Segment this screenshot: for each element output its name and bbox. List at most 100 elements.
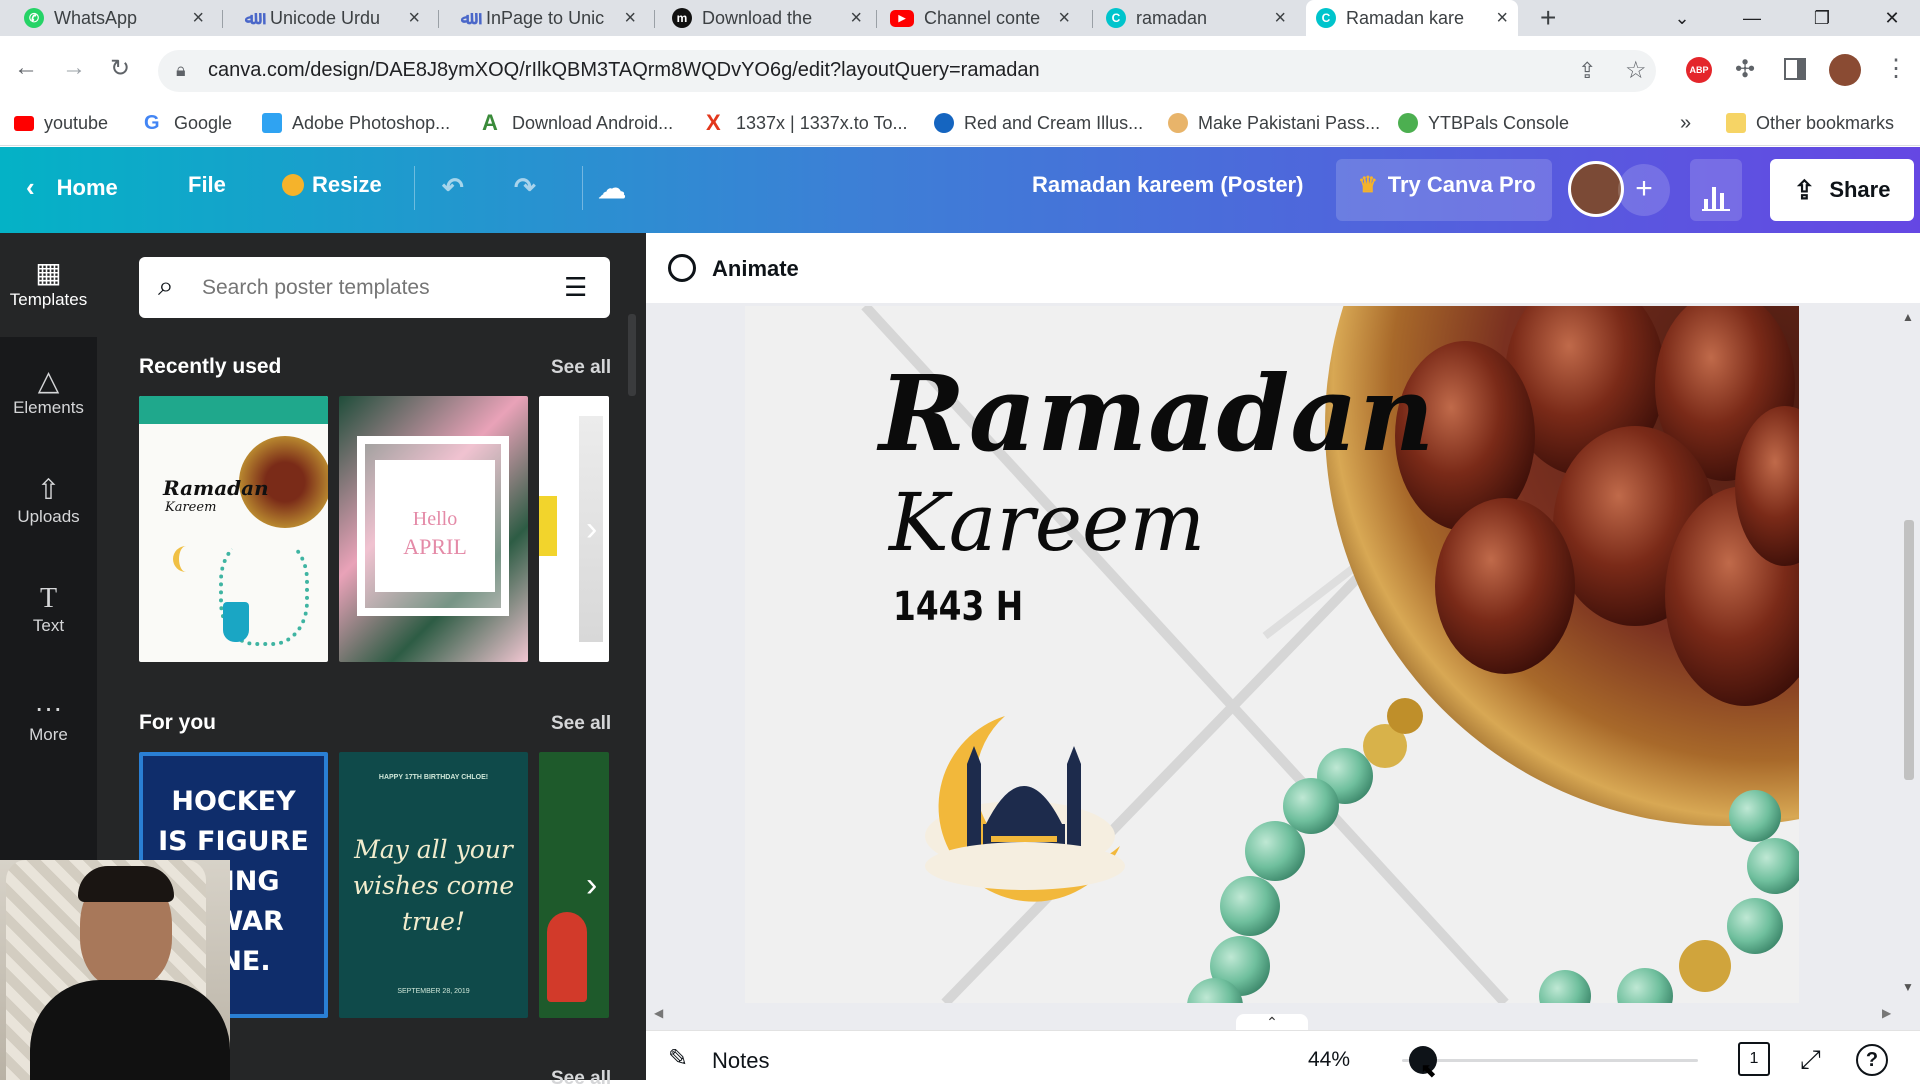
menu-kebab-icon[interactable]: ⋮ <box>1884 54 1908 83</box>
mouse-cursor-icon: ⬉ <box>1420 1060 1437 1082</box>
bookmark-item[interactable]: YTBPals Console <box>1398 108 1569 138</box>
inpage-icon: ﷲ <box>460 7 472 28</box>
profile-avatar[interactable] <box>1829 54 1861 86</box>
resize-button[interactable]: Resize <box>282 172 382 198</box>
reload-icon[interactable]: ↻ <box>110 54 130 83</box>
template-thumbnail[interactable]: Ramadan Kareem <box>139 396 328 662</box>
editor-footer <box>646 1030 1920 1080</box>
filter-icon[interactable]: ☰ <box>564 272 587 303</box>
zoom-value[interactable]: 44% <box>1308 1048 1350 1072</box>
forward-icon[interactable]: → <box>62 54 86 82</box>
extensions-icon[interactable]: ✣ <box>1735 55 1755 84</box>
template-thumbnail[interactable]: HAPPY 17TH BIRTHDAY CHLOE! May all your … <box>339 752 528 1018</box>
bookmark-item[interactable]: G Google <box>144 108 232 138</box>
design-title[interactable]: Ramadan kareem (Poster) <box>1032 172 1303 198</box>
vertical-scrollbar[interactable] <box>1904 520 1914 780</box>
chevron-right-icon[interactable]: › <box>586 866 597 905</box>
more-icon: ··· <box>34 692 63 723</box>
bookmark-item[interactable]: X 1337x | 1337x.to To... <box>706 108 907 138</box>
scroll-right-icon[interactable]: ▶ <box>1882 1006 1891 1020</box>
scroll-down-icon[interactable]: ▼ <box>1902 980 1916 994</box>
thumb-accent <box>539 496 557 556</box>
browser-tab[interactable]: C ramadan × <box>1096 0 1296 36</box>
see-all-link[interactable]: See all <box>551 357 611 379</box>
add-collaborator-icon[interactable]: + <box>1618 164 1670 216</box>
redo-icon[interactable]: ↷ <box>514 172 536 203</box>
cloud-saved-icon[interactable]: ☁ <box>598 172 626 205</box>
poster-canvas[interactable]: Ramadan Kareem 1443 H <box>745 306 1799 1003</box>
browser-tab[interactable]: m Download the × <box>662 0 872 36</box>
browser-tab-active[interactable]: C Ramadan kare × <box>1306 0 1518 36</box>
fullscreen-icon[interactable]: ⤢ <box>1800 1044 1821 1076</box>
home-button[interactable]: ‹ Home <box>26 172 118 203</box>
template-thumbnail[interactable] <box>539 752 609 1018</box>
more-bookmarks-button[interactable]: » <box>1680 108 1691 138</box>
bookmark-item[interactable]: Red and Cream Illus... <box>934 108 1143 138</box>
browser-tab[interactable]: ▶ Channel conte × <box>880 0 1080 36</box>
rail-item-elements[interactable]: △ Elements <box>0 364 97 418</box>
rail-item-text[interactable]: T Text <box>0 582 97 636</box>
close-icon[interactable]: × <box>1496 7 1508 30</box>
thumb-line: HOCKEY <box>171 786 296 817</box>
bookmark-item[interactable]: Adobe Photoshop... <box>262 108 450 138</box>
context-toolbar <box>646 233 1920 303</box>
tab-title: Download the <box>702 7 813 28</box>
window-close-icon[interactable]: ✕ <box>1864 0 1920 36</box>
animate-button[interactable]: Animate <box>712 256 799 282</box>
poster-year[interactable]: 1443 H <box>893 584 1023 630</box>
file-menu-button[interactable]: File <box>188 172 226 198</box>
share-button[interactable]: ⇪ Share <box>1770 159 1914 221</box>
back-icon[interactable]: ← <box>14 54 38 82</box>
bookmark-folder[interactable]: Other bookmarks <box>1726 108 1894 138</box>
browser-tab[interactable]: ✆ WhatsApp × <box>14 0 214 36</box>
template-thumbnail[interactable]: Hello APRIL <box>339 396 528 662</box>
url-text[interactable]: canva.com/design/DAE8J8ymXOQ/rIlkQBM3TAQ… <box>208 59 1040 82</box>
poster-subtitle[interactable]: Kareem <box>889 476 1205 569</box>
see-all-link[interactable]: See all <box>551 713 611 735</box>
rail-item-uploads[interactable]: ⇧ Uploads <box>0 473 97 527</box>
elements-icon: △ <box>37 365 60 396</box>
poster-title[interactable]: Ramadan <box>879 352 1435 475</box>
thumb-line: wishes come <box>352 871 515 900</box>
notes-button[interactable]: Notes <box>712 1048 769 1074</box>
rail-item-more[interactable]: ··· More <box>0 691 97 745</box>
bookmark-item[interactable]: youtube <box>14 108 108 138</box>
close-icon[interactable]: × <box>624 7 636 30</box>
minimize-icon[interactable]: — <box>1724 0 1780 36</box>
search-input[interactable] <box>202 270 542 306</box>
rail-item-templates[interactable]: ▦ Templates <box>0 256 97 310</box>
close-icon[interactable]: × <box>1274 7 1286 30</box>
thumb-text: SEPTEMBER 28, 2019 <box>397 988 470 995</box>
adblock-icon[interactable]: ABP <box>1686 57 1712 83</box>
bookmark-item[interactable]: Make Pakistani Pass... <box>1168 108 1380 138</box>
close-icon[interactable]: × <box>850 7 862 30</box>
bookmark-item[interactable]: A Download Android... <box>482 108 673 138</box>
page-count-button[interactable]: 1 <box>1738 1042 1770 1076</box>
chevron-right-icon[interactable]: › <box>586 510 597 549</box>
scroll-left-icon[interactable]: ◀ <box>654 1006 663 1020</box>
close-icon[interactable]: × <box>1058 7 1070 30</box>
bookmark-star-icon[interactable]: ☆ <box>1625 56 1647 85</box>
user-avatar[interactable] <box>1568 161 1624 217</box>
sidebar-icon[interactable] <box>1784 58 1806 80</box>
browser-tab[interactable]: ﷲ InPage to Unic × <box>446 0 646 36</box>
undo-icon[interactable]: ↶ <box>442 172 464 203</box>
insights-button[interactable] <box>1690 159 1742 221</box>
close-icon[interactable]: × <box>408 7 420 30</box>
lock-icon[interactable]: 🔒︎ <box>176 60 186 81</box>
tab-separator <box>1092 10 1093 28</box>
zoom-slider-track[interactable] <box>1402 1059 1698 1062</box>
help-button[interactable]: ? <box>1856 1044 1888 1076</box>
new-tab-button[interactable]: + <box>1540 2 1556 34</box>
moon-icon <box>173 546 199 572</box>
browser-tab[interactable]: ﷲ Unicode Urdu × <box>230 0 430 36</box>
share-page-icon[interactable]: ⇪ <box>1578 58 1596 84</box>
scroll-up-icon[interactable]: ▲ <box>1902 310 1916 324</box>
youtube-icon: ▶ <box>890 9 914 27</box>
panel-scrollbar[interactable] <box>628 314 636 396</box>
tab-search-icon[interactable]: ⌄ <box>1654 0 1710 36</box>
restore-icon[interactable]: ❐ <box>1794 0 1850 36</box>
close-icon[interactable]: × <box>192 7 204 30</box>
template-thumbnail[interactable] <box>539 396 609 662</box>
see-all-link[interactable]: See all <box>551 1068 611 1090</box>
